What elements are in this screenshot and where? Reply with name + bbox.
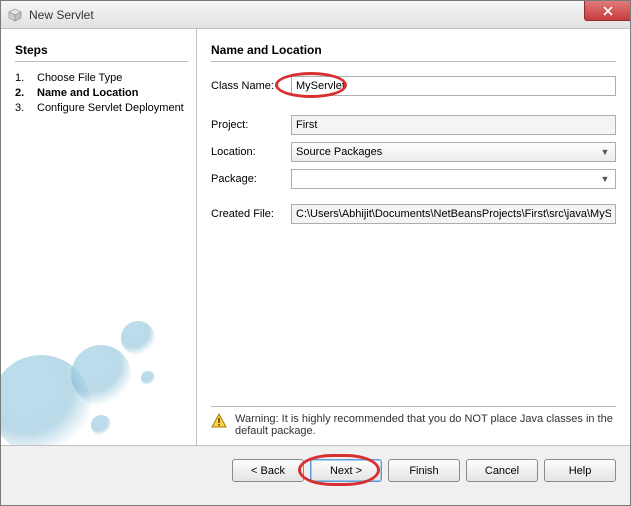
steps-panel: Steps 1. Choose File Type 2. Name and Lo… bbox=[1, 29, 197, 445]
warning-text: Warning: It is highly recommended that y… bbox=[235, 413, 616, 437]
row-package: Package: ▼ bbox=[211, 169, 616, 189]
steps-list: 1. Choose File Type 2. Name and Location… bbox=[15, 72, 188, 114]
package-label: Package: bbox=[211, 173, 291, 185]
created-file-label: Created File: bbox=[211, 208, 291, 220]
step-label: Choose File Type bbox=[37, 72, 122, 84]
step-number: 1. bbox=[15, 72, 27, 84]
row-location: Location: Source Packages ▼ bbox=[211, 142, 616, 162]
content-area: Steps 1. Choose File Type 2. Name and Lo… bbox=[1, 29, 630, 445]
chevron-down-icon: ▼ bbox=[597, 144, 613, 160]
decorative-bubbles bbox=[1, 285, 197, 445]
chevron-down-icon: ▼ bbox=[597, 171, 613, 187]
finish-button[interactable]: Finish bbox=[388, 459, 460, 482]
help-button[interactable]: Help bbox=[544, 459, 616, 482]
class-name-input[interactable] bbox=[291, 76, 616, 96]
row-class-name: Class Name: bbox=[211, 76, 616, 96]
row-project: Project: bbox=[211, 115, 616, 135]
next-button[interactable]: Next > bbox=[310, 459, 382, 482]
step-choose-file-type: 1. Choose File Type bbox=[15, 72, 188, 84]
step-configure-deployment: 3. Configure Servlet Deployment bbox=[15, 102, 188, 114]
package-dropdown[interactable]: ▼ bbox=[291, 169, 616, 189]
window-title: New Servlet bbox=[29, 8, 94, 22]
panel-heading: Name and Location bbox=[211, 43, 616, 62]
location-label: Location: bbox=[211, 146, 291, 158]
row-created-file: Created File: bbox=[211, 204, 616, 224]
location-value: Source Packages bbox=[296, 146, 382, 158]
project-label: Project: bbox=[211, 119, 291, 131]
steps-heading: Steps bbox=[15, 43, 188, 62]
step-label: Name and Location bbox=[37, 87, 138, 99]
step-name-and-location: 2. Name and Location bbox=[15, 87, 188, 99]
back-button[interactable]: < Back bbox=[232, 459, 304, 482]
warning-area: Warning: It is highly recommended that y… bbox=[211, 406, 616, 437]
created-file-field bbox=[291, 204, 616, 224]
class-name-label: Class Name: bbox=[211, 80, 291, 92]
titlebar: New Servlet bbox=[1, 1, 630, 29]
step-label: Configure Servlet Deployment bbox=[37, 102, 184, 114]
form-panel: Name and Location Class Name: Project: L… bbox=[197, 29, 630, 445]
project-field bbox=[291, 115, 616, 135]
cancel-button[interactable]: Cancel bbox=[466, 459, 538, 482]
location-dropdown[interactable]: Source Packages ▼ bbox=[291, 142, 616, 162]
step-number: 2. bbox=[15, 87, 27, 99]
wizard-window: New Servlet Steps 1. Choose File Type 2.… bbox=[0, 0, 631, 506]
warning-icon bbox=[211, 413, 227, 429]
app-icon bbox=[7, 7, 23, 23]
button-bar: < Back Next > Finish Cancel Help bbox=[1, 445, 630, 495]
close-button[interactable] bbox=[584, 1, 630, 21]
step-number: 3. bbox=[15, 102, 27, 114]
